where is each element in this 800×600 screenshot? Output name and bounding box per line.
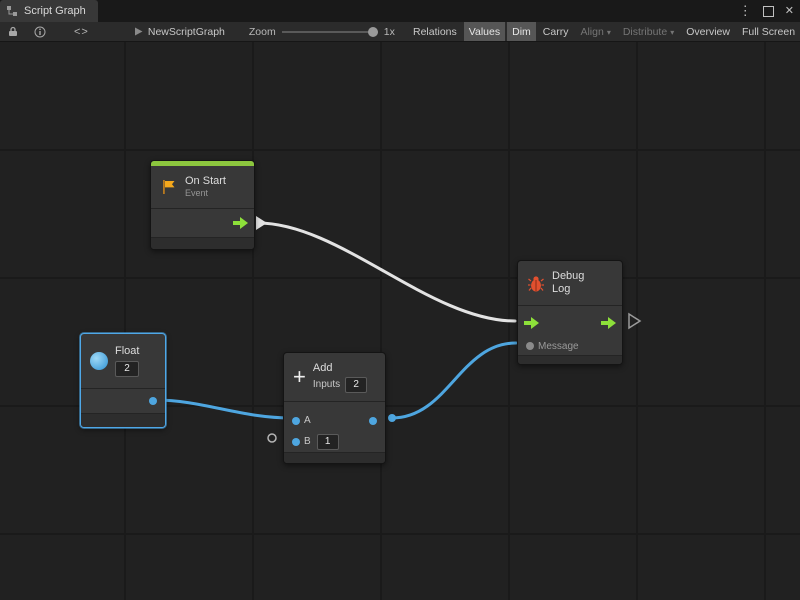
wire-start-dot: [388, 414, 396, 422]
wires-layer: [0, 42, 800, 600]
plus-icon: +: [293, 367, 306, 387]
lock-icon[interactable]: [8, 26, 18, 37]
close-icon[interactable]: ✕: [785, 0, 794, 22]
node-float-ports: [81, 388, 165, 414]
message-port-label: Message: [538, 341, 579, 352]
unconnected-port-circle[interactable]: [268, 434, 276, 442]
distribute-label: Distribute: [623, 26, 667, 38]
zoom-track[interactable]: [282, 31, 378, 33]
port-row-b: B 1: [284, 431, 385, 452]
node-title: Float: [115, 345, 139, 358]
tab-title: Script Graph: [24, 5, 86, 17]
node-debug-header: Debug Log: [518, 261, 622, 305]
wire-onstart-to-debug[interactable]: [258, 223, 515, 321]
node-footer: [151, 238, 254, 249]
fullscreen-button[interactable]: Full Screen: [737, 22, 800, 42]
port-a-label: A: [304, 415, 311, 426]
add-input-b-port[interactable]: [292, 438, 300, 446]
graph-name: NewScriptGraph: [148, 26, 225, 38]
flag-icon: [160, 178, 178, 196]
node-subtitle: Log: [552, 283, 584, 296]
node-float[interactable]: Float 2: [80, 333, 166, 428]
distribute-button[interactable]: Distribute ▾: [618, 22, 679, 42]
port-row-a: A: [284, 410, 385, 431]
node-footer: [284, 453, 385, 463]
flow-in-port[interactable]: [524, 317, 539, 329]
tab-bar: Script Graph ⋮ ✕: [0, 0, 800, 22]
add-input-a-port[interactable]: [292, 417, 300, 425]
toolbar-buttons: Relations Values Dim Carry Align ▾ Distr…: [408, 22, 800, 42]
graph-canvas[interactable]: On Start Event Float 2: [0, 42, 800, 600]
zoom-label: Zoom: [249, 26, 276, 38]
zoom-handle[interactable]: [368, 27, 378, 37]
flow-row: [518, 311, 622, 335]
relations-button[interactable]: Relations: [408, 22, 462, 42]
node-footer: [81, 414, 165, 427]
tab-script-graph[interactable]: Script Graph: [0, 0, 98, 22]
carry-button[interactable]: Carry: [538, 22, 574, 42]
zoom-value: 1x: [384, 26, 395, 38]
values-button[interactable]: Values: [464, 22, 505, 42]
node-debug-ports: Message: [518, 305, 622, 356]
port-b-label: B: [304, 436, 311, 447]
flow-out-port[interactable]: [233, 217, 248, 229]
inputs-count-field[interactable]: 2: [345, 377, 367, 393]
node-on-start-header: On Start Event: [151, 166, 254, 208]
script-graph-window: Script Graph ⋮ ✕ <> NewScriptGraph Zoom …: [0, 0, 800, 600]
node-title: Debug: [552, 270, 584, 283]
chevron-down-icon: ▾: [607, 28, 611, 37]
flow-out-port[interactable]: [601, 317, 616, 329]
message-input-port[interactable]: [526, 342, 534, 350]
dim-button[interactable]: Dim: [507, 22, 536, 42]
node-title: On Start: [185, 175, 226, 188]
flow-continue-triangle: [629, 314, 640, 328]
port-b-value-field[interactable]: 1: [317, 434, 339, 450]
wire-start-arrow: [256, 216, 267, 230]
maximize-icon[interactable]: [763, 6, 774, 17]
node-float-header: Float 2: [81, 334, 165, 388]
script-graph-icon: [6, 5, 18, 17]
node-on-start-ports: [151, 208, 254, 238]
bug-icon: [527, 275, 545, 292]
node-on-start[interactable]: On Start Event: [150, 160, 255, 250]
zoom-slider[interactable]: [282, 26, 378, 38]
float-output-port[interactable]: [149, 397, 157, 405]
node-debug-log[interactable]: Debug Log Message: [517, 260, 623, 365]
code-icon[interactable]: <>: [74, 26, 89, 38]
window-controls: ⋮ ✕: [739, 0, 794, 22]
inputs-label: Inputs: [313, 379, 340, 390]
chevron-down-icon: ▾: [670, 28, 674, 37]
add-output-port[interactable]: [369, 417, 377, 425]
node-title: Add: [313, 362, 367, 375]
port-row-message: Message: [518, 335, 622, 357]
overview-button[interactable]: Overview: [681, 22, 735, 42]
node-add-ports: A B 1: [284, 401, 385, 453]
window-menu-icon[interactable]: ⋮: [739, 0, 752, 22]
node-subtitle: Event: [185, 188, 226, 199]
node-add[interactable]: + Add Inputs 2 A B 1: [283, 352, 386, 464]
float-value-icon: [90, 352, 108, 370]
info-icon[interactable]: [34, 26, 46, 38]
graph-toolbar: <> NewScriptGraph Zoom 1x Relations Valu…: [0, 22, 800, 42]
graph-asset-icon: [133, 26, 144, 37]
node-footer: [518, 356, 622, 364]
align-label: Align: [580, 26, 603, 38]
wire-float-to-add[interactable]: [154, 400, 293, 418]
node-add-header: + Add Inputs 2: [284, 353, 385, 401]
float-value-field[interactable]: 2: [115, 361, 139, 377]
wire-add-to-debug[interactable]: [392, 343, 516, 418]
align-button[interactable]: Align ▾: [575, 22, 615, 42]
